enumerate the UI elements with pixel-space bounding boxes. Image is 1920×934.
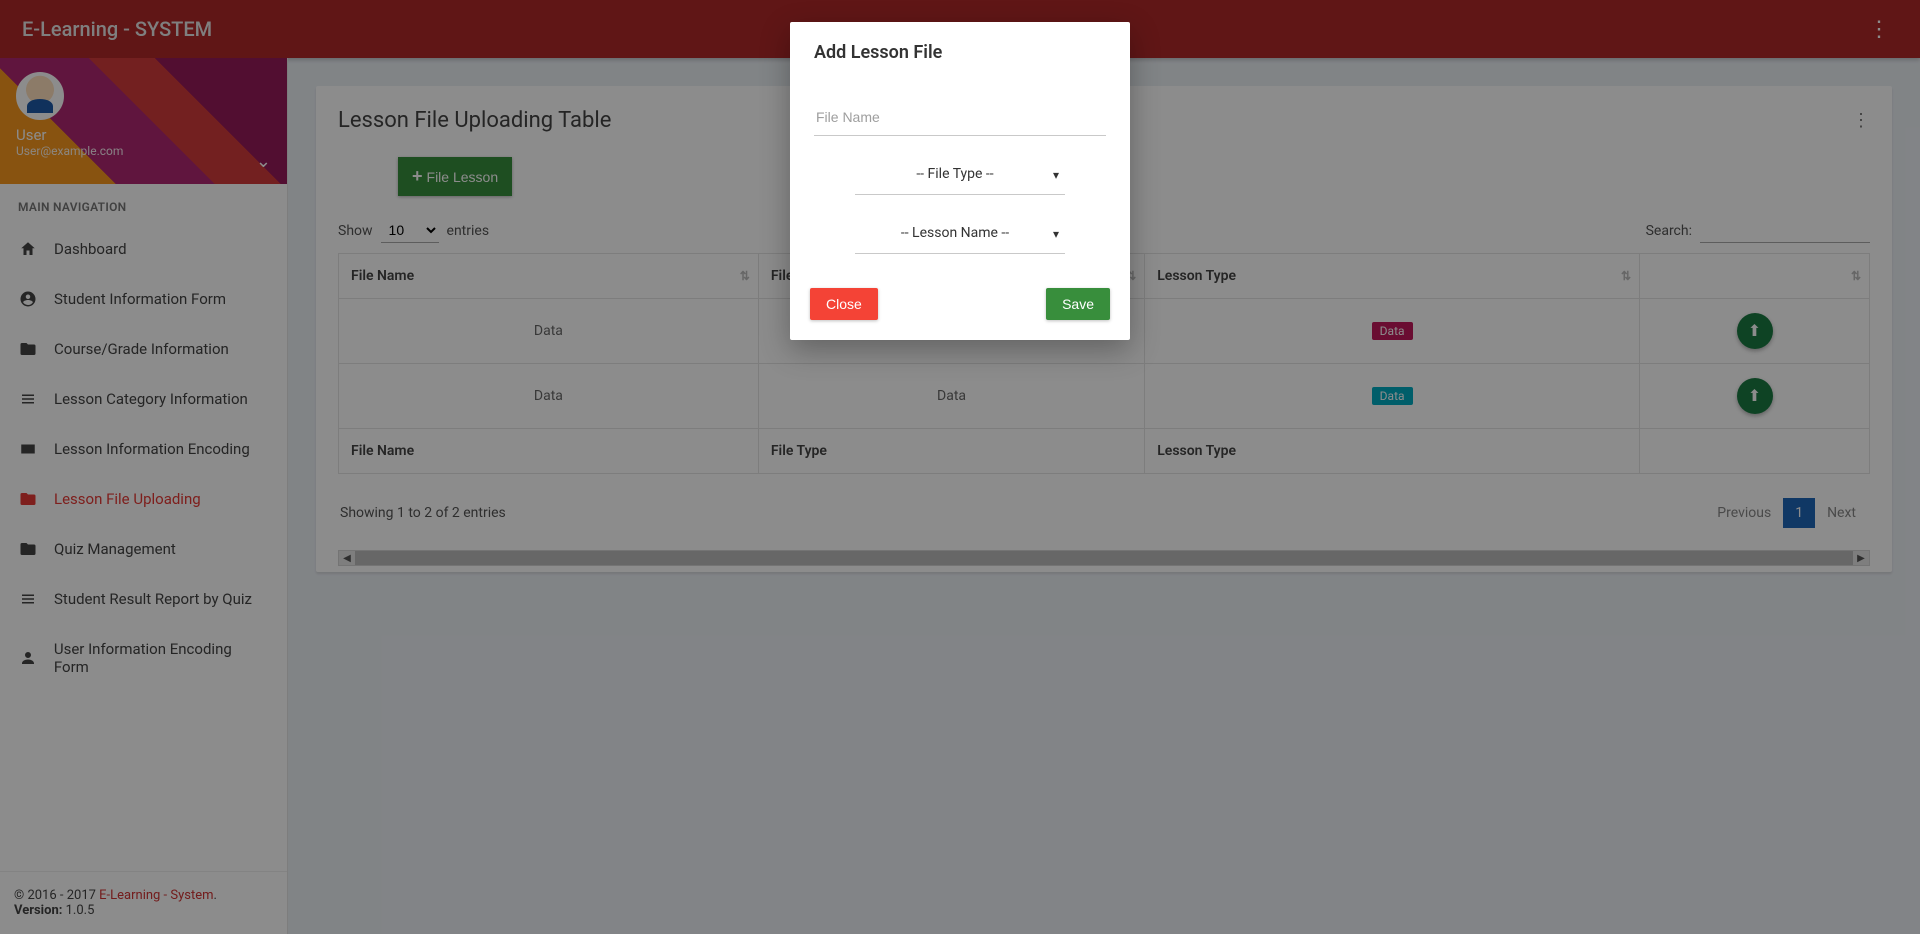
save-button[interactable]: Save [1046, 288, 1110, 320]
lesson-name-select[interactable]: -- Lesson Name -- ▾ [855, 217, 1065, 254]
add-lesson-file-modal: Add Lesson File -- File Type -- ▾ -- Les… [790, 22, 1130, 340]
caret-down-icon: ▾ [1053, 168, 1059, 182]
caret-down-icon: ▾ [1053, 227, 1059, 241]
modal-title: Add Lesson File [790, 22, 1130, 77]
file-type-select[interactable]: -- File Type -- ▾ [855, 158, 1065, 195]
close-button[interactable]: Close [810, 288, 878, 320]
file-name-input[interactable] [814, 101, 1106, 136]
